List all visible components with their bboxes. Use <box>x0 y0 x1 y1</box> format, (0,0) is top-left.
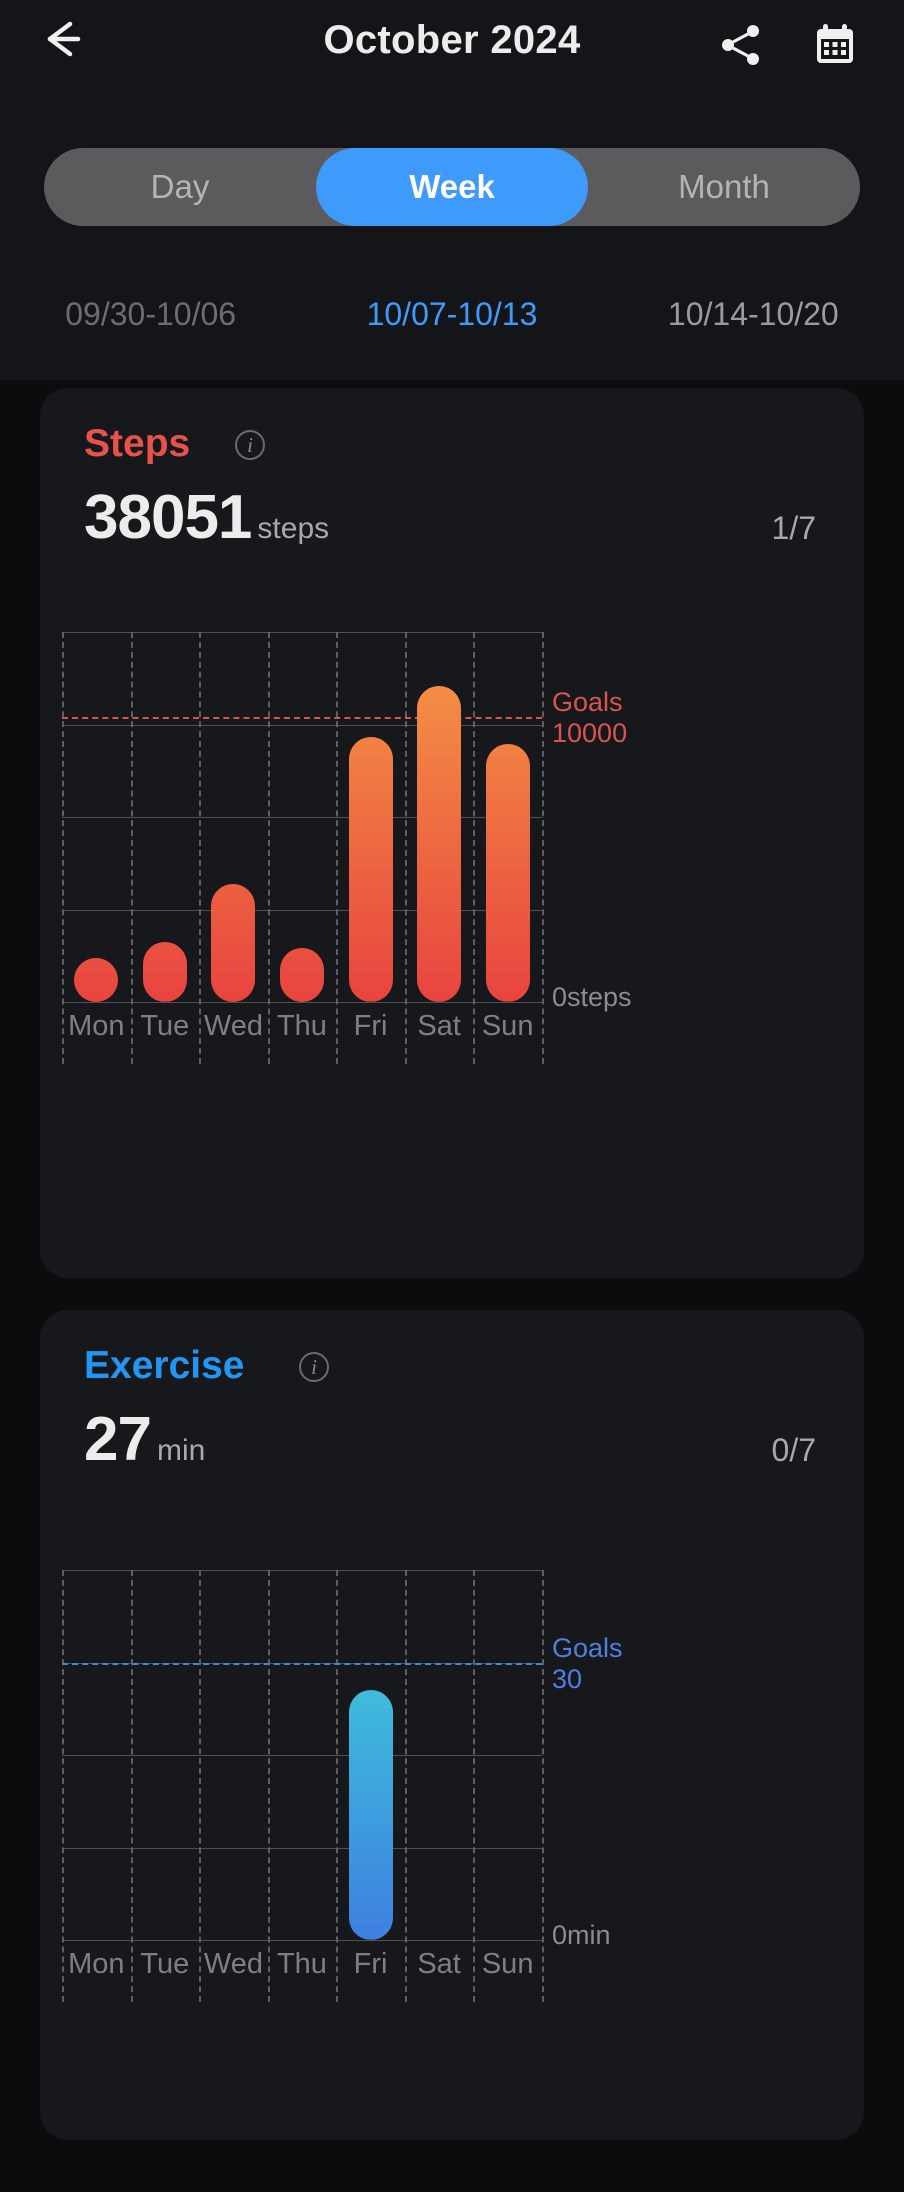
exercise-goal-fraction: 0/7 <box>771 1432 816 1468</box>
steps-value: 38051 <box>84 483 252 552</box>
steps-unit: steps <box>257 512 330 545</box>
goal-label-text: Goals <box>552 1632 623 1663</box>
grid-line-horizontal <box>62 817 542 818</box>
grid-line-vertical <box>267 632 270 1064</box>
goal-label-text: Goals <box>552 687 623 718</box>
steps-card[interactable]: Steps i 38051 steps 1/7 Goals 10000 0steps M… <box>40 388 864 1278</box>
goal-line <box>62 1662 542 1665</box>
grid-line-vertical <box>130 1570 133 2002</box>
bar[interactable] <box>280 947 324 1002</box>
day-label: Wed <box>203 1010 263 1042</box>
grid-line-vertical <box>404 632 407 1064</box>
grid-line-vertical <box>473 1570 476 2002</box>
grid-line-horizontal <box>62 909 542 911</box>
grid-line-horizontal <box>62 1755 542 1756</box>
top-bar: October 2024 Day Week Month 09/30-10/06 … <box>0 0 904 380</box>
plot-area <box>62 1570 544 2002</box>
day-axis-labels: Mon Tue Wed Thu Fri Sat Sun <box>62 1010 542 1043</box>
goal-label: Goals 10000 <box>552 687 627 749</box>
bar[interactable] <box>417 686 462 1002</box>
steps-value-row: 38051 steps <box>84 482 329 553</box>
grid-line-horizontal <box>62 632 542 633</box>
bar[interactable] <box>348 1690 393 1940</box>
zero-axis-label: 0min <box>552 1920 611 1950</box>
day-label: Sat <box>417 1948 461 1980</box>
grid-line-vertical <box>199 1570 202 2002</box>
tab-month[interactable]: Month <box>588 148 860 226</box>
share-icon <box>722 25 759 65</box>
day-label: Mon <box>68 1010 125 1042</box>
calendar-button[interactable] <box>812 22 858 68</box>
week-selector: 09/30-10/06 10/07-10/13 10/14-10/20 <box>0 274 904 354</box>
day-label: Fri <box>353 1010 388 1042</box>
info-icon[interactable]: i <box>235 430 265 460</box>
exercise-value: 27 <box>84 1405 152 1474</box>
day-axis-labels: Mon Tue Wed Thu Fri Sat Sun <box>62 1948 542 1981</box>
grid-line-vertical <box>336 632 339 1064</box>
goal-label-value: 30 <box>552 1663 583 1694</box>
day-label: Thu <box>276 1948 327 1980</box>
day-label: Thu <box>276 1010 327 1042</box>
bar[interactable] <box>74 958 119 1002</box>
bar[interactable] <box>348 737 393 1002</box>
calendar-icon <box>817 24 853 63</box>
day-label: Sun <box>481 1948 534 1980</box>
day-label: Tue <box>140 1948 190 1980</box>
day-label: Fri <box>353 1948 388 1980</box>
day-label: Sat <box>417 1010 461 1042</box>
grid-line-vertical <box>130 632 133 1064</box>
week-previous[interactable]: 09/30-10/06 <box>0 296 301 333</box>
grid-line-vertical <box>404 1570 407 2002</box>
page-title: October 2024 <box>323 18 581 62</box>
grid-line-vertical <box>542 632 544 1064</box>
exercise-value-row: 27 min <box>84 1404 205 1475</box>
app-screen: October 2024 Day Week Month 09/30-10/06 … <box>0 0 904 2192</box>
share-button[interactable] <box>718 22 764 68</box>
grid-line-vertical <box>336 1570 339 2002</box>
goal-label: Goals 30 <box>552 1633 623 1695</box>
plot-area <box>62 632 544 1064</box>
period-segmented-control: Day Week Month <box>44 148 860 226</box>
day-label: Tue <box>140 1010 190 1042</box>
day-label: Wed <box>203 1948 263 1980</box>
grid-line-horizontal <box>62 724 542 726</box>
zero-axis-label: 0steps <box>552 982 632 1012</box>
bar[interactable] <box>485 744 530 1002</box>
grid-line-vertical <box>62 632 64 1064</box>
grid-line-vertical <box>62 1570 64 2002</box>
day-label: Sun <box>481 1010 534 1042</box>
tab-week[interactable]: Week <box>316 148 588 226</box>
steps-goal-fraction: 1/7 <box>771 510 816 546</box>
exercise-title: Exercise <box>84 1344 245 1387</box>
grid-line-horizontal <box>62 1570 542 1571</box>
goal-label-value: 10000 <box>552 718 628 749</box>
day-label: Mon <box>68 1948 125 1980</box>
tab-day[interactable]: Day <box>44 148 316 226</box>
exercise-unit: min <box>156 1434 206 1467</box>
bar[interactable] <box>211 883 256 1002</box>
bar[interactable] <box>142 942 187 1002</box>
week-current[interactable]: 10/07-10/13 <box>301 296 602 333</box>
grid-line-vertical <box>542 1570 544 2002</box>
grid-line-vertical <box>267 1570 270 2002</box>
grid-line-horizontal <box>62 1847 542 1849</box>
goal-line <box>62 717 542 720</box>
info-icon[interactable]: i <box>299 1352 329 1382</box>
grid-line-horizontal <box>62 1002 542 1003</box>
grid-line-vertical <box>199 632 202 1064</box>
exercise-card[interactable]: Exercise i 27 min 0/7 Goals 30 0min Mon Tue We… <box>40 1310 864 2140</box>
grid-line-vertical <box>473 632 476 1064</box>
steps-title: Steps <box>84 422 191 465</box>
week-next[interactable]: 10/14-10/20 <box>603 296 904 333</box>
grid-line-horizontal <box>62 1940 542 1941</box>
